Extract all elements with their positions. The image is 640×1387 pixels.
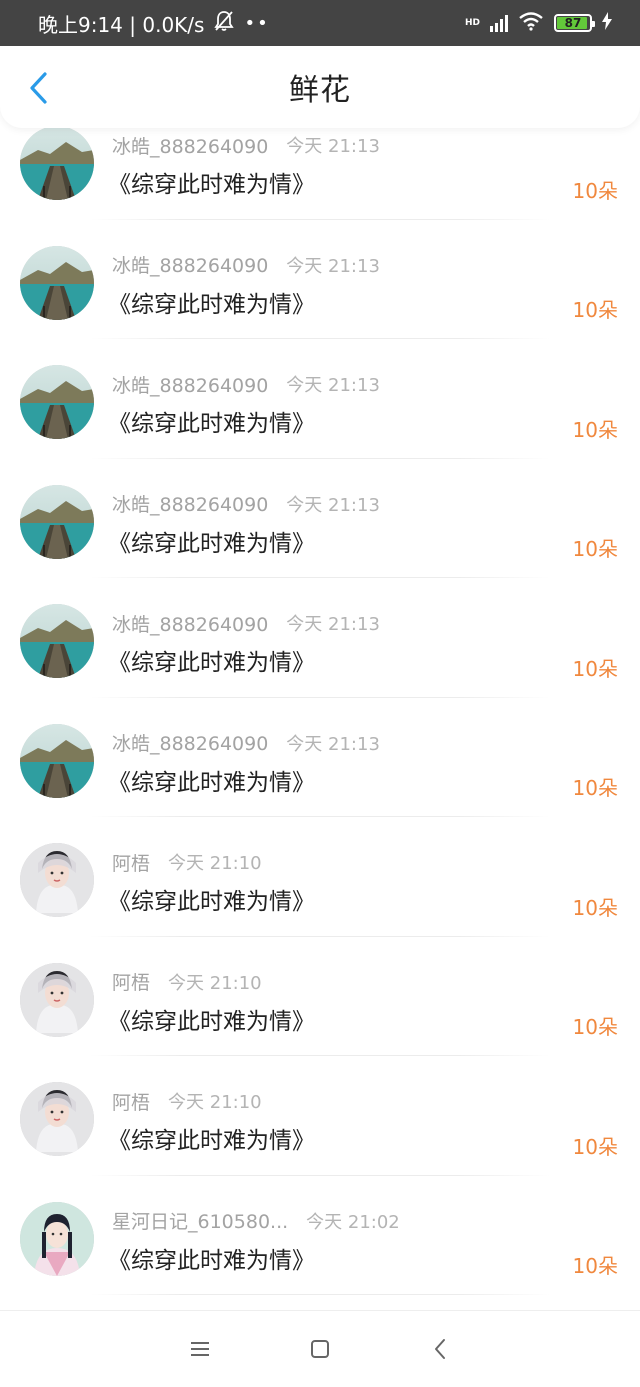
timestamp: 今天 21:13 — [286, 494, 380, 516]
timestamp: 今天 21:13 — [286, 614, 380, 635]
list-item[interactable]: 阿梧 今天 21:10 《综穿此时难为情》 10朵 — [0, 937, 640, 1056]
status-time: 晚上9:14 | 0.0K/s — [38, 12, 205, 37]
avatar[interactable] — [20, 365, 94, 439]
flower-count: 10朵 — [572, 656, 618, 681]
username: 阿梧 — [112, 1091, 151, 1114]
flower-record-list: 冰皓_888264090 今天 21:13 《综穿此时难为情》 10朵 冰皓_88826… — [0, 100, 640, 1387]
flower-count: 10朵 — [572, 895, 618, 920]
list-item[interactable]: 阿梧 今天 21:10 《综穿此时难为情》 10朵 — [0, 817, 640, 937]
record-meta: 冰皓_888264090 今天 21:13 — [112, 608, 380, 638]
username: 阿梧 — [112, 852, 151, 875]
book-title: 《综穿此时难为情》 — [108, 889, 315, 915]
avatar[interactable] — [20, 245, 94, 320]
record-meta: 冰皓_888264090 今天 21:13 — [112, 728, 380, 758]
system-nav-bar — [0, 1310, 640, 1387]
charging-icon — [602, 11, 612, 35]
book-title: 《综穿此时难为情》 — [108, 1008, 315, 1035]
avatar[interactable] — [20, 962, 94, 1037]
timestamp: 今天 21:10 — [168, 972, 262, 994]
timestamp: 今天 21:13 — [286, 136, 380, 157]
username: 冰皓_888264090 — [112, 733, 269, 755]
list-item[interactable]: 冰皓_888264090 今天 21:13 《综穿此时难为情》 10朵 — [0, 220, 640, 339]
book-title: 《综穿此时难为情》 — [108, 650, 315, 676]
record-meta: 冰皓_888264090 今天 21:13 — [112, 250, 380, 280]
battery-icon: 87 — [554, 14, 595, 32]
signal-icon — [490, 14, 508, 32]
book-title: 《综穿此时难为情》 — [108, 1128, 315, 1154]
book-title: 《综穿此时难为情》 — [108, 1247, 315, 1274]
divider — [90, 1294, 550, 1295]
record-meta: 阿梧 今天 21:10 — [112, 967, 262, 997]
username: 冰皓_888264090 — [112, 255, 269, 277]
avatar[interactable] — [20, 1201, 94, 1276]
system-back-button[interactable] — [420, 1329, 460, 1369]
menu-button[interactable] — [180, 1329, 220, 1369]
flower-count: 10朵 — [572, 776, 618, 800]
username: 阿梧 — [112, 972, 151, 994]
timestamp: 今天 21:10 — [168, 1092, 262, 1113]
timestamp: 今天 21:13 — [286, 255, 380, 277]
status-left: 晚上9:14 | 0.0K/s •• — [38, 9, 270, 38]
list-item[interactable]: 阿梧 今天 21:10 《综穿此时难为情》 10朵 — [0, 1056, 640, 1176]
status-right: HD 87 — [465, 11, 612, 36]
timestamp: 今天 21:13 — [286, 375, 380, 396]
battery-level: 87 — [564, 16, 582, 30]
menu-icon — [191, 1342, 209, 1356]
timestamp: 今天 21:02 — [306, 1211, 400, 1233]
flowers-page: 晚上9:14 | 0.0K/s •• HD 87 鲜花 冰皓_888264090… — [0, 0, 640, 1387]
home-button[interactable] — [300, 1329, 340, 1369]
username: 冰皓_888264090 — [112, 494, 269, 516]
avatar[interactable] — [20, 604, 94, 678]
book-title: 《综穿此时难为情》 — [108, 411, 315, 437]
record-meta: 阿梧 今天 21:10 — [112, 847, 262, 877]
timestamp: 今天 21:13 — [286, 733, 380, 755]
avatar[interactable] — [20, 723, 94, 798]
username: 冰皓_888264090 — [112, 613, 269, 636]
record-meta: 星河日记_610580... 今天 21:02 — [112, 1206, 400, 1236]
list-item[interactable]: 星河日记_610580... 今天 21:02 《综穿此时难为情》 10朵 — [0, 1176, 640, 1295]
avatar[interactable] — [20, 1082, 94, 1156]
record-meta: 冰皓_888264090 今天 21:13 — [112, 489, 380, 519]
flower-count: 10朵 — [572, 417, 618, 442]
flower-count: 10朵 — [572, 298, 618, 322]
list-item[interactable]: 冰皓_888264090 今天 21:13 《综穿此时难为情》 10朵 — [0, 698, 640, 817]
page-title: 鲜花 — [289, 73, 351, 108]
book-title: 《综穿此时难为情》 — [108, 769, 315, 796]
username: 星河日记_610580... — [112, 1211, 289, 1233]
record-meta: 冰皓_888264090 今天 21:13 — [112, 130, 380, 160]
book-title: 《综穿此时难为情》 — [108, 530, 315, 557]
timestamp: 今天 21:10 — [168, 853, 262, 874]
list-item[interactable]: 冰皓_888264090 今天 21:13 《综穿此时难为情》 10朵 — [0, 578, 640, 698]
home-icon — [311, 1340, 329, 1358]
flower-count: 10朵 — [572, 1254, 618, 1278]
username: 冰皓_888264090 — [112, 135, 269, 158]
status-dots: •• — [244, 12, 270, 34]
app-header: 鲜花 — [0, 46, 640, 128]
avatar[interactable] — [20, 843, 94, 917]
username: 冰皓_888264090 — [112, 374, 269, 397]
book-title: 《综穿此时难为情》 — [108, 291, 315, 318]
avatar[interactable] — [20, 484, 94, 559]
bell-muted-icon — [214, 10, 235, 37]
book-title: 《综穿此时难为情》 — [108, 172, 315, 198]
avatar[interactable] — [20, 126, 94, 200]
flower-count: 10朵 — [572, 537, 618, 561]
flower-count: 10朵 — [572, 178, 618, 203]
list-item[interactable]: 冰皓_888264090 今天 21:13 《综穿此时难为情》 10朵 — [0, 339, 640, 459]
status-bar: 晚上9:14 | 0.0K/s •• HD 87 — [0, 0, 640, 46]
flower-count: 10朵 — [572, 1015, 618, 1039]
list-item[interactable]: 冰皓_888264090 今天 21:13 《综穿此时难为情》 10朵 — [0, 459, 640, 578]
record-meta: 阿梧 今天 21:10 — [112, 1086, 262, 1116]
flower-count: 10朵 — [572, 1134, 618, 1159]
wifi-icon — [518, 11, 544, 36]
back-icon — [435, 1339, 445, 1359]
hd-badge: HD — [464, 17, 480, 28]
record-meta: 冰皓_888264090 今天 21:13 — [112, 369, 380, 399]
